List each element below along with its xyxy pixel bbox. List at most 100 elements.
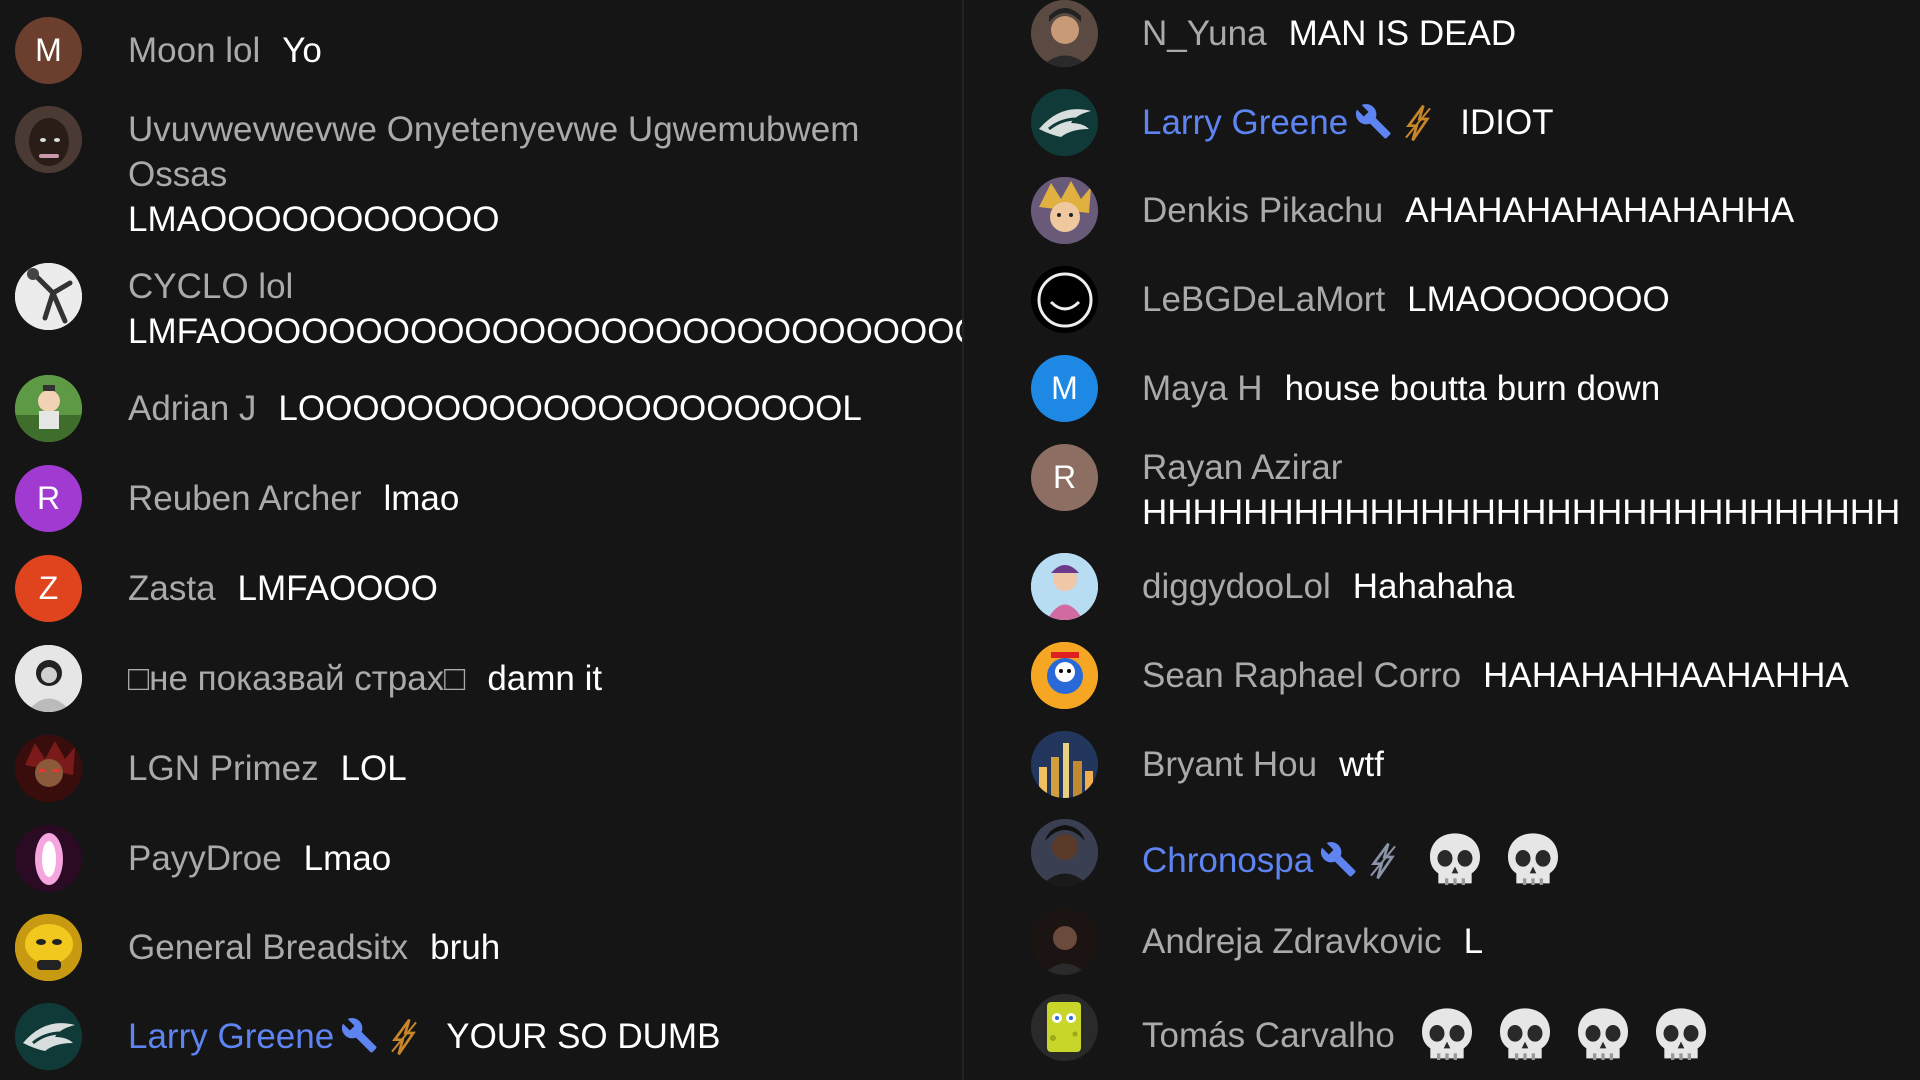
avatar[interactable] — [1031, 0, 1098, 67]
message-text: LMFAOOOOOOOOOOOOOOOOOOOOOOOOOOOOO — [128, 312, 962, 351]
message-body: diggydooLol Hahahaha — [1142, 564, 1910, 609]
message-text: HAHAHAHHAAHAHHA — [1483, 656, 1849, 695]
avatar[interactable] — [15, 825, 82, 892]
lightning-badge-icon — [391, 1018, 417, 1056]
photo-person-icon — [1031, 0, 1098, 67]
message-text: AHAHAHAHAHAHAHHA — [1405, 191, 1795, 230]
skull-emoji-icon — [1499, 1008, 1550, 1060]
photo-cartoon-icon — [15, 375, 82, 442]
author-name[interactable]: Adrian J — [128, 389, 256, 428]
avatar[interactable] — [15, 375, 82, 442]
author-name[interactable]: diggydooLol — [1142, 567, 1331, 606]
photo-glow-icon — [15, 825, 82, 892]
author-name[interactable]: Zasta — [128, 569, 216, 608]
author-name[interactable]: Rayan Azirar — [1142, 445, 1888, 490]
message-body: General Breadsitx bruh — [128, 925, 952, 970]
author-name[interactable]: Andreja Zdravkovic — [1142, 922, 1442, 961]
message-body: □не показвай страх□ damn it — [128, 656, 952, 701]
message-body: CYCLO lol LMFAOOOOOOOOOOOOOOOOOOOOOOOOOO… — [128, 264, 962, 354]
avatar[interactable]: R — [1031, 444, 1098, 511]
author-name[interactable]: □не показвай страх□ — [128, 659, 465, 698]
skull-emoji-group — [1417, 1008, 1729, 1060]
author-name-line2[interactable]: Ossas — [128, 152, 930, 197]
message-text: wtf — [1339, 745, 1384, 784]
author-name[interactable]: Uvuvwevwevwe Onyetenyevwe Ugwemubwem — [128, 107, 930, 152]
avatar[interactable] — [1031, 266, 1098, 333]
skull-emoji-icon — [1421, 1008, 1472, 1060]
photo-face-icon — [15, 106, 82, 173]
avatar[interactable] — [15, 1003, 82, 1070]
skull-emoji-icon — [1508, 833, 1559, 885]
avatar[interactable] — [1031, 642, 1098, 709]
avatar[interactable] — [1031, 819, 1098, 886]
author-name[interactable]: General Breadsitx — [128, 928, 408, 967]
lightning-badge-icon — [1405, 104, 1431, 142]
author-name[interactable]: Reuben Archer — [128, 479, 361, 518]
message-body: Bryant Hou wtf — [1142, 742, 1910, 787]
wrench-icon — [1356, 103, 1391, 139]
author-name[interactable]: CYCLO lol — [128, 264, 930, 309]
message-text: HHHHHHHHHHHHHHHHHHHHHHHHHHHHHH — [1142, 493, 1901, 532]
chat-column-left: M Moon lol Yo Uvuvwevwevwe Onyetenyevwe U… — [0, 0, 962, 1080]
eagle-logo-icon — [1031, 89, 1098, 156]
message-text: YOUR SO DUMB — [446, 1017, 721, 1056]
message-body: Zasta LMFAOOOO — [128, 566, 952, 611]
message-body: LeBGDeLaMort LMAOOOOOOO — [1142, 277, 1910, 322]
avatar[interactable]: M — [1031, 355, 1098, 422]
author-name[interactable]: Larry Greene — [128, 1017, 334, 1056]
message-text: MAN IS DEAD — [1288, 14, 1517, 53]
avatar[interactable] — [1031, 89, 1098, 156]
author-name[interactable]: PayyDroe — [128, 839, 282, 878]
avatar[interactable] — [1031, 177, 1098, 244]
avatar[interactable]: Z — [15, 555, 82, 622]
avatar[interactable] — [15, 106, 82, 173]
message-text: lmao — [383, 479, 460, 518]
author-name[interactable]: Sean Raphael Corro — [1142, 656, 1461, 695]
author-name[interactable]: Moon lol — [128, 31, 260, 70]
avatar[interactable]: M — [15, 17, 82, 84]
photo-anime-icon — [1031, 177, 1098, 244]
author-name[interactable]: LGN Primez — [128, 749, 319, 788]
author-name[interactable]: N_Yuna — [1142, 14, 1267, 53]
message-text: Yo — [282, 31, 322, 70]
author-name[interactable]: Bryant Hou — [1142, 745, 1317, 784]
message-body: Chronospa — [1142, 830, 1910, 890]
message-body: Maya H house boutta burn down — [1142, 366, 1910, 411]
avatar[interactable] — [1031, 908, 1098, 975]
message-text: LMFAOOOO — [237, 569, 438, 608]
author-name[interactable]: Tomás Carvalho — [1142, 1016, 1395, 1055]
avatar[interactable] — [1031, 994, 1098, 1061]
avatar[interactable] — [1031, 731, 1098, 798]
lightning-badge-icon — [1370, 842, 1397, 880]
message-text: LMAOOOOOOO — [1407, 280, 1670, 319]
message-text: bruh — [430, 928, 501, 967]
message-body: Rayan Azirar HHHHHHHHHHHHHHHHHHHHHHHHHHH… — [1142, 445, 1910, 535]
avatar[interactable]: R — [15, 465, 82, 532]
skull-emoji-group — [1425, 833, 1581, 885]
message-text: LOOOOOOOOOOOOOOOOOOOOL — [278, 389, 862, 428]
skull-emoji-icon — [1430, 833, 1481, 885]
message-text: L — [1463, 922, 1484, 961]
photo-cartoon-icon — [1031, 642, 1098, 709]
message-body: Adrian J LOOOOOOOOOOOOOOOOOOOOL — [128, 386, 952, 431]
message-body: Larry Greene IDIOT — [1142, 100, 1910, 145]
photo-yellow-icon — [15, 914, 82, 981]
author-name[interactable]: Chronospa — [1142, 841, 1313, 880]
wrench-icon — [342, 1017, 377, 1053]
author-name[interactable]: Larry Greene — [1142, 103, 1348, 142]
author-name[interactable]: Maya H — [1142, 369, 1263, 408]
avatar[interactable] — [1031, 553, 1098, 620]
avatar[interactable] — [15, 914, 82, 981]
author-name[interactable]: LeBGDeLaMort — [1142, 280, 1385, 319]
message-body: Denkis Pikachu AHAHAHAHAHAHAHHA — [1142, 188, 1910, 233]
avatar[interactable] — [15, 645, 82, 712]
message-body: PayyDroe Lmao — [128, 836, 952, 881]
eagle-logo-icon — [15, 1003, 82, 1070]
message-text: Lmao — [303, 839, 392, 878]
avatar[interactable] — [15, 735, 82, 802]
photo-person-icon — [1031, 819, 1098, 886]
author-name[interactable]: Denkis Pikachu — [1142, 191, 1383, 230]
photo-sponge-icon — [1031, 994, 1098, 1061]
avatar[interactable] — [15, 263, 82, 330]
message-body: Uvuvwevwevwe Onyetenyevwe Ugwemubwem Oss… — [128, 107, 952, 242]
